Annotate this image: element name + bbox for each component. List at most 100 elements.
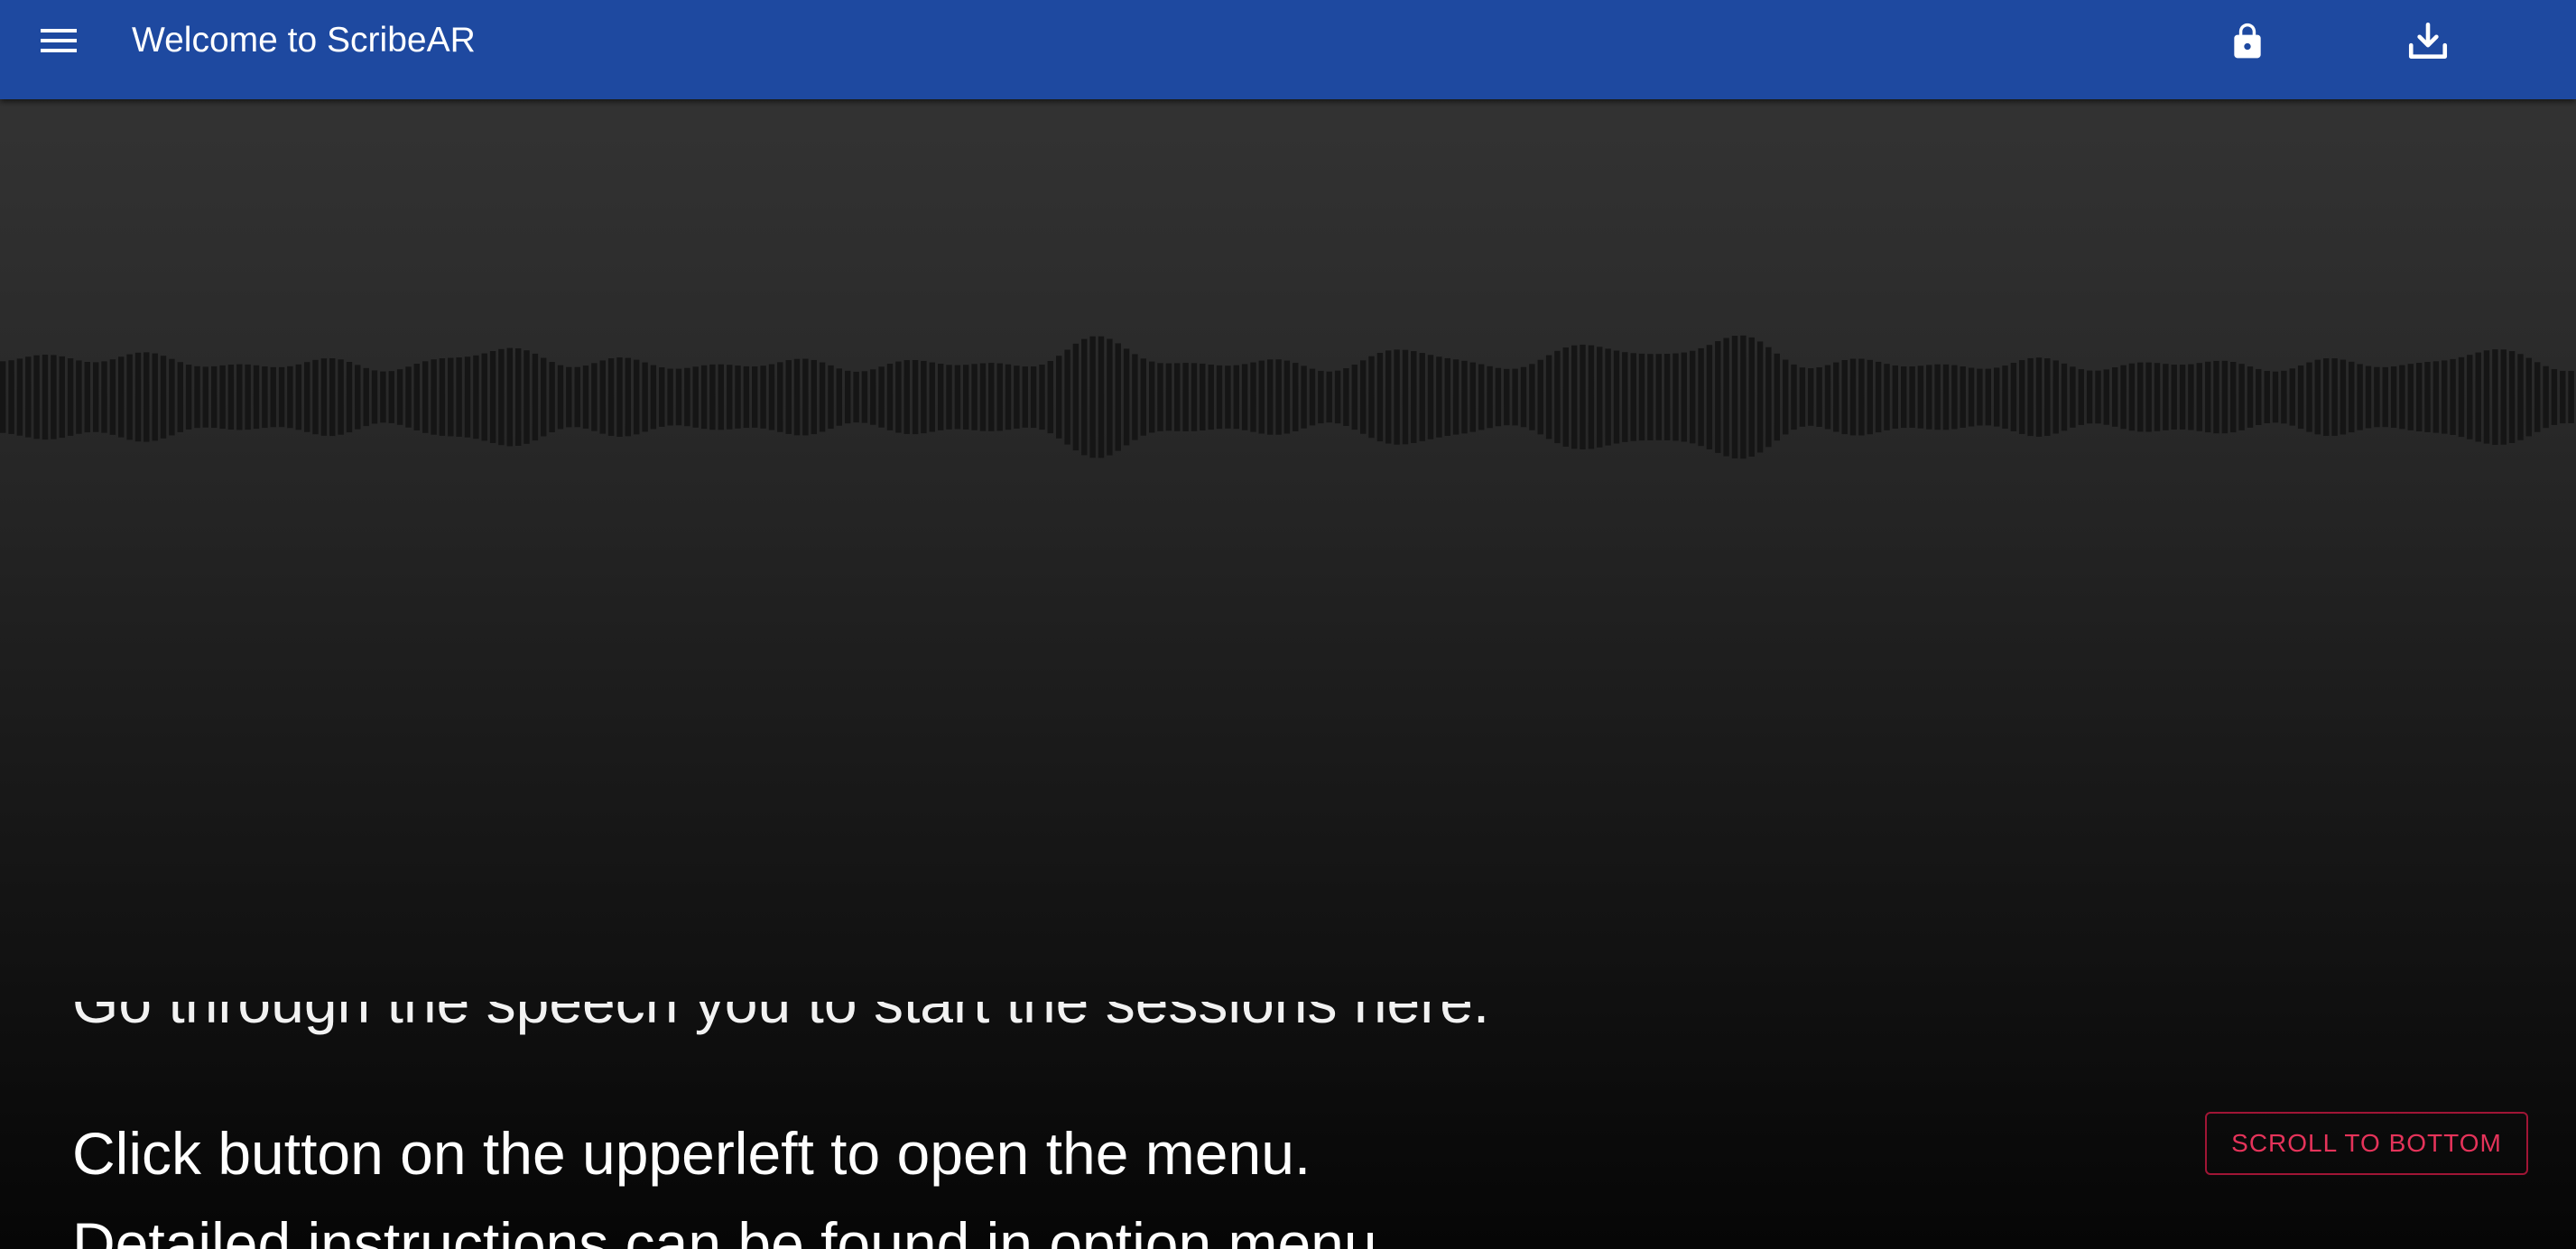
waveform-bar xyxy=(1673,353,1679,441)
waveform-bar xyxy=(0,361,6,433)
waveform-bar xyxy=(304,362,310,432)
waveform-bar xyxy=(878,366,885,428)
waveform-bar xyxy=(8,360,14,434)
waveform-bar xyxy=(599,360,606,434)
waveform-bar xyxy=(1681,352,1687,442)
waveform-bar xyxy=(1376,353,1384,442)
waveform-bar xyxy=(2331,358,2338,436)
waveform-bar xyxy=(2221,360,2229,434)
waveform-bar xyxy=(76,360,82,434)
waveform-bar xyxy=(1934,364,1941,430)
waveform-bar xyxy=(439,358,446,436)
waveform-bar xyxy=(2297,365,2304,430)
waveform-bar xyxy=(903,360,910,434)
waveform-bar xyxy=(1512,368,1518,426)
waveform-bar xyxy=(506,347,513,447)
waveform-bar xyxy=(667,368,673,426)
waveform-bar xyxy=(1849,358,1857,436)
waveform-bar xyxy=(2044,358,2051,436)
waveform-bar xyxy=(971,364,978,430)
waveform-bar xyxy=(1250,362,1256,432)
waveform-bar xyxy=(861,371,868,423)
waveform-bar xyxy=(963,365,969,430)
waveform-bar xyxy=(1841,360,1848,435)
waveform-bar xyxy=(1343,368,1349,426)
waveform-bar xyxy=(1613,350,1620,444)
waveform-bar xyxy=(1301,365,1307,429)
waveform-bar xyxy=(1655,354,1662,440)
waveform-bar xyxy=(938,364,944,430)
waveform-bar xyxy=(2120,365,2127,430)
waveform-bar xyxy=(1537,359,1543,435)
waveform-bar xyxy=(320,358,328,436)
waveform-bar xyxy=(760,365,766,429)
waveform-bar xyxy=(413,364,420,430)
waveform-bar xyxy=(126,354,133,440)
waveform-bar xyxy=(1994,367,2000,427)
waveform-bar xyxy=(1022,366,1028,428)
waveform-bar xyxy=(2450,358,2456,435)
waveform-bar xyxy=(2052,360,2059,434)
waveform-bar xyxy=(2264,371,2270,423)
waveform-bar xyxy=(819,362,826,432)
app-bar: Welcome to ScribeAR xyxy=(0,0,2576,99)
waveform-bar xyxy=(1858,358,1865,436)
menu-icon xyxy=(41,29,77,52)
waveform-bar xyxy=(1833,362,1839,432)
waveform-bar xyxy=(355,365,361,430)
waveform-bar xyxy=(2086,370,2093,424)
waveform-bar xyxy=(1309,368,1316,426)
waveform-bar xyxy=(2416,363,2423,431)
waveform-bar xyxy=(2525,357,2532,437)
waveform-bar xyxy=(1157,363,1163,431)
waveform-bar xyxy=(1283,360,1291,434)
download-button[interactable] xyxy=(2399,13,2457,70)
lock-button[interactable] xyxy=(2219,13,2276,70)
waveform-bar xyxy=(498,348,505,446)
waveform-bar xyxy=(836,368,842,426)
waveform-bar xyxy=(473,355,479,439)
waveform-bar xyxy=(1132,354,1138,440)
waveform-bar xyxy=(405,366,412,428)
waveform-bar xyxy=(253,365,260,430)
waveform-bar xyxy=(2188,364,2194,430)
waveform-bar xyxy=(802,358,809,436)
waveform-bar xyxy=(1783,359,1789,435)
waveform-bar xyxy=(2407,364,2414,430)
waveform-bar xyxy=(1630,353,1636,441)
waveform-bar xyxy=(718,364,724,430)
waveform-bar xyxy=(2213,360,2219,434)
waveform-bar xyxy=(2010,363,2017,431)
waveform-bar xyxy=(2154,363,2161,431)
waveform-bar xyxy=(152,353,158,441)
waveform-bar xyxy=(2035,357,2043,437)
waveform-bar xyxy=(2432,361,2440,433)
waveform-bar xyxy=(1487,365,1493,429)
caption-line: Click button on the upperleft to open th… xyxy=(72,1120,1311,1187)
waveform-bar xyxy=(177,362,183,432)
waveform-bar xyxy=(2137,362,2144,432)
waveform-bar xyxy=(2543,365,2549,429)
waveform-bar xyxy=(634,359,640,435)
waveform-bar xyxy=(1056,356,1062,439)
waveform-bar xyxy=(1394,349,1400,445)
waveform-bar xyxy=(777,362,783,432)
menu-button[interactable] xyxy=(32,13,85,69)
waveform-bar xyxy=(1816,367,1822,427)
waveform-bar xyxy=(954,365,961,430)
waveform-bar xyxy=(1951,365,1958,430)
waveform-bar xyxy=(2424,362,2431,432)
waveform-bar xyxy=(1622,352,1628,442)
scroll-to-bottom-button[interactable]: SCROLL TO BOTTOM xyxy=(2205,1112,2528,1175)
waveform-bar xyxy=(1740,335,1747,459)
waveform-bar xyxy=(2483,350,2490,444)
waveform-bar xyxy=(1360,360,1367,434)
waveform-bar xyxy=(101,361,107,433)
waveform-bar xyxy=(278,366,285,428)
waveform-bar xyxy=(1774,353,1780,441)
waveform-bar xyxy=(1520,366,1527,428)
waveform-bar xyxy=(2070,366,2076,428)
waveform-bar xyxy=(700,365,708,430)
waveform-bar xyxy=(33,355,40,439)
waveform-bar xyxy=(1174,363,1181,431)
